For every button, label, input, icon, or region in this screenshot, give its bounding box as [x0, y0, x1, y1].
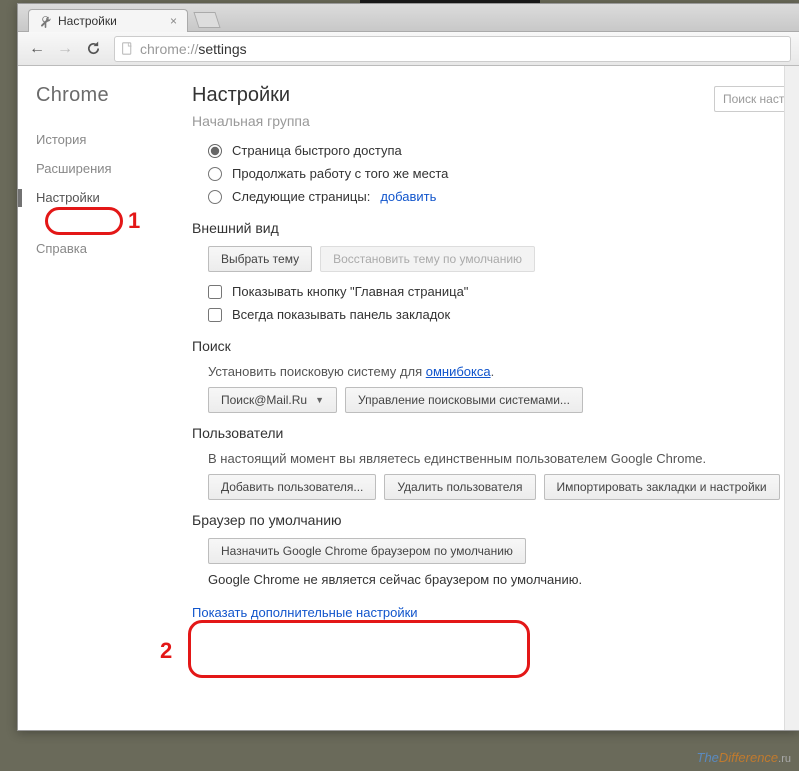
annotation-label-1: 1 [128, 208, 140, 234]
add-pages-link[interactable]: добавить [380, 189, 436, 204]
sidebar: Chrome История Расширения Настройки Спра… [18, 66, 168, 730]
wrench-icon [39, 15, 52, 28]
show-advanced-link[interactable]: Показать дополнительные настройки [192, 605, 418, 620]
section-title-appearance: Внешний вид [192, 220, 799, 236]
chevron-down-icon: ▼ [315, 395, 324, 405]
browser-tab[interactable]: Настройки × [28, 9, 188, 32]
new-tab-button[interactable] [193, 12, 220, 28]
browser-window: Настройки × ← → chrome://settings Chrome… [17, 3, 799, 731]
startup-option-quick[interactable]: Страница быстрого доступа [192, 139, 799, 162]
settings-main: Настройки Поиск настр Начальная группа С… [168, 66, 799, 730]
omnibox[interactable]: chrome://settings [114, 36, 791, 62]
import-bookmarks-button[interactable]: Импортировать закладки и настройки [544, 474, 780, 500]
sidebar-brand: Chrome [36, 84, 168, 107]
reload-button[interactable] [82, 38, 104, 60]
tab-title: Настройки [58, 14, 117, 28]
make-default-browser-button[interactable]: Назначить Google Chrome браузером по умо… [208, 538, 526, 564]
omnibox-link[interactable]: омнибокса [426, 364, 491, 379]
section-title-users: Пользователи [192, 425, 799, 441]
sidebar-item-history[interactable]: История [36, 125, 168, 154]
choose-theme-button[interactable]: Выбрать тему [208, 246, 312, 272]
startup-option-pages[interactable]: Следующие страницы: добавить [192, 185, 799, 208]
search-engine-select[interactable]: Поиск@Mail.Ru ▼ [208, 387, 337, 413]
page-title: Настройки [192, 84, 290, 107]
sidebar-item-settings[interactable]: Настройки [36, 183, 168, 212]
active-marker [18, 189, 22, 207]
radio-pages[interactable] [208, 190, 222, 204]
radio-label: Страница быстрого доступа [232, 143, 402, 158]
startup-option-continue[interactable]: Продолжать работу с того же места [192, 162, 799, 185]
add-user-button[interactable]: Добавить пользователя... [208, 474, 376, 500]
sidebar-item-label: Настройки [36, 190, 100, 205]
forward-button[interactable]: → [54, 38, 76, 60]
close-icon[interactable]: × [170, 14, 177, 28]
search-desc: Установить поисковую систему для [208, 364, 426, 379]
checkbox-label: Показывать кнопку "Главная страница" [232, 284, 468, 299]
section-title-default-browser: Браузер по умолчанию [192, 512, 799, 528]
annotation-label-2: 2 [160, 638, 172, 664]
show-home-checkbox[interactable] [208, 285, 222, 299]
section-title-search: Поиск [192, 338, 799, 354]
content-area: Chrome История Расширения Настройки Спра… [18, 66, 799, 730]
default-browser-status: Google Chrome не является сейчас браузер… [192, 572, 799, 587]
restore-theme-button: Восстановить тему по умолчанию [320, 246, 535, 272]
page-icon [121, 42, 134, 55]
radio-continue[interactable] [208, 167, 222, 181]
bookmarks-bar-checkbox[interactable] [208, 308, 222, 322]
section-title-startup: Начальная группа [192, 113, 799, 129]
manage-search-engines-button[interactable]: Управление поисковыми системами... [345, 387, 583, 413]
url-scheme: chrome:// [140, 41, 198, 57]
radio-label: Следующие страницы: [232, 189, 370, 204]
url-path: settings [198, 41, 246, 57]
delete-user-button[interactable]: Удалить пользователя [384, 474, 535, 500]
select-value: Поиск@Mail.Ru [221, 393, 307, 407]
radio-label: Продолжать работу с того же места [232, 166, 448, 181]
watermark: TheDifference.ru [697, 750, 792, 765]
show-home-checkbox-row[interactable]: Показывать кнопку "Главная страница" [192, 280, 799, 303]
checkbox-label: Всегда показывать панель закладок [232, 307, 450, 322]
bookmarks-bar-checkbox-row[interactable]: Всегда показывать панель закладок [192, 303, 799, 326]
tab-strip: Настройки × [18, 4, 799, 32]
nav-bar: ← → chrome://settings [18, 32, 799, 66]
users-desc: В настоящий момент вы являетесь единстве… [192, 451, 799, 466]
radio-quick-access[interactable] [208, 144, 222, 158]
vertical-scrollbar[interactable] [784, 66, 799, 730]
sidebar-item-extensions[interactable]: Расширения [36, 154, 168, 183]
sidebar-item-help[interactable]: Справка [36, 234, 168, 263]
back-button[interactable]: ← [26, 38, 48, 60]
